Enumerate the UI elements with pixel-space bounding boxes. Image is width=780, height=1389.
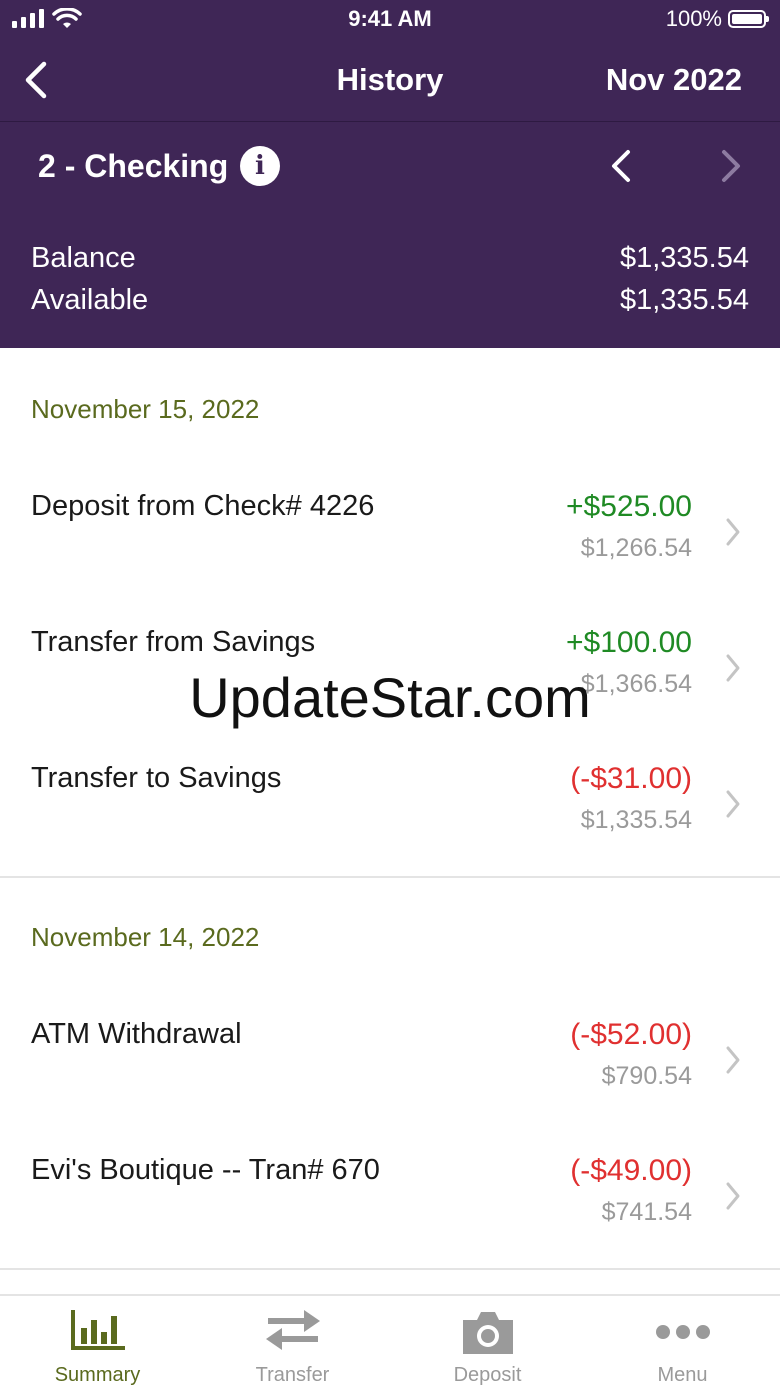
transaction-amount: +$100.00 <box>566 626 692 659</box>
account-header: 2 - Checking i Balance $1,335.54 Availab… <box>0 122 780 348</box>
transaction-description: Transfer to Savings <box>31 762 282 794</box>
running-balance: $790.54 <box>601 1062 692 1090</box>
date-header: November 14, 2022 <box>31 922 260 952</box>
chevron-right-icon <box>726 518 740 546</box>
chevron-right-icon <box>726 1046 740 1074</box>
month-selector[interactable]: Nov 2022 <box>606 62 742 98</box>
tab-label: Deposit <box>453 1364 522 1386</box>
transaction-row[interactable]: ATM Withdrawal (-$52.00) $790.54 <box>0 1018 780 1138</box>
battery-percent: 100% <box>665 6 722 31</box>
bar-chart-icon <box>70 1310 125 1350</box>
transaction-description: Transfer from Savings <box>31 626 316 658</box>
tab-deposit[interactable]: Deposit <box>390 1296 585 1389</box>
tab-label: Summary <box>54 1364 141 1386</box>
transaction-amount: (-$49.00) <box>570 1154 692 1187</box>
balance-label: Balance <box>31 242 136 274</box>
running-balance: $1,335.54 <box>580 806 692 834</box>
tab-label: Menu <box>657 1364 708 1386</box>
transaction-amount: (-$31.00) <box>570 762 692 795</box>
camera-icon <box>462 1312 513 1354</box>
transfer-arrows-icon <box>265 1310 320 1350</box>
available-label: Available <box>31 284 149 316</box>
section-divider <box>0 876 780 878</box>
tab-bar: Summary Transfer Deposit Menu <box>0 1294 780 1389</box>
chevron-right-icon <box>726 790 740 818</box>
info-icon[interactable]: i <box>240 146 280 186</box>
transaction-row[interactable]: Evi's Boutique -- Tran# 670 (-$49.00) $7… <box>0 1154 780 1274</box>
chevron-right-icon <box>726 1182 740 1210</box>
transaction-description: Deposit from Check# 4226 <box>31 490 375 522</box>
running-balance: $741.54 <box>601 1198 692 1226</box>
transaction-amount: +$525.00 <box>566 490 692 523</box>
transaction-amount: (-$52.00) <box>570 1018 692 1051</box>
running-balance: $1,266.54 <box>580 534 692 562</box>
section-divider <box>0 1268 780 1270</box>
tab-transfer[interactable]: Transfer <box>195 1296 390 1389</box>
tab-menu[interactable]: Menu <box>585 1296 780 1389</box>
watermark: UpdateStar.com <box>189 666 591 729</box>
date-header: November 15, 2022 <box>31 394 260 424</box>
transaction-description: ATM Withdrawal <box>31 1018 242 1050</box>
previous-account-chevron-icon[interactable] <box>604 144 640 188</box>
transaction-description: Evi's Boutique -- Tran# 670 <box>31 1154 380 1186</box>
more-dots-icon <box>655 1325 710 1339</box>
available-value: $1,335.54 <box>619 284 749 316</box>
next-account-chevron-icon[interactable] <box>712 144 748 188</box>
transaction-row[interactable]: Deposit from Check# 4226 +$525.00 $1,266… <box>0 490 780 610</box>
account-name[interactable]: 2 - Checking <box>38 148 228 185</box>
balance-value: $1,335.54 <box>619 242 749 274</box>
battery-icon <box>728 10 769 28</box>
status-time: 9:41 AM <box>348 6 432 31</box>
tab-summary[interactable]: Summary <box>0 1296 195 1389</box>
transaction-row[interactable]: Transfer to Savings (-$31.00) $1,335.54 <box>0 762 780 882</box>
nav-bar: History Nov 2022 <box>0 40 780 122</box>
tab-label: Transfer <box>255 1364 330 1386</box>
status-bar: 9:41 AM 100% <box>0 0 780 40</box>
